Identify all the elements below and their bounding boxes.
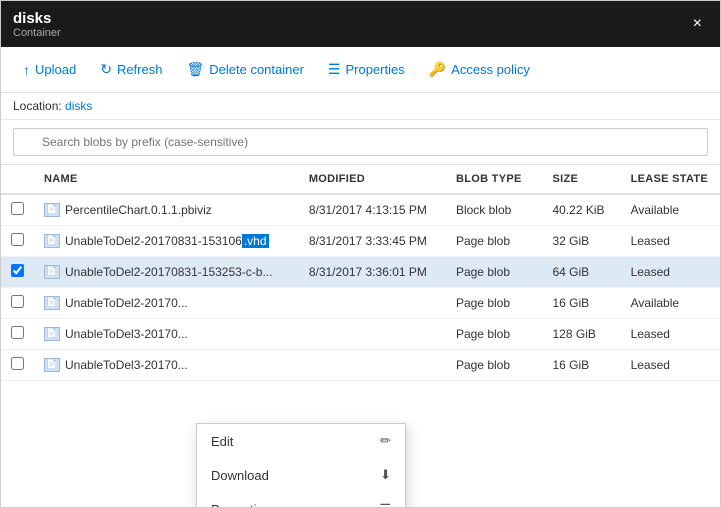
row-modified xyxy=(299,319,446,350)
title-bar-left: disks Container xyxy=(13,10,61,39)
context-menu-item[interactable]: Edit ✏ xyxy=(197,424,405,458)
row-checkbox[interactable] xyxy=(11,357,24,370)
access-label: Access policy xyxy=(451,62,530,77)
row-blob-type: Page blob xyxy=(446,257,543,288)
row-modified xyxy=(299,288,446,319)
row-size: 128 GiB xyxy=(543,319,621,350)
context-menu-item-label: Edit xyxy=(211,434,233,449)
row-checkbox-cell xyxy=(1,257,34,288)
table-row[interactable]: 📄UnableToDel2-20170831-153106.vhd8/31/20… xyxy=(1,226,720,257)
row-checkbox[interactable] xyxy=(11,295,24,308)
row-checkbox-cell xyxy=(1,319,34,350)
row-blob-type: Block blob xyxy=(446,194,543,226)
row-size: 64 GiB xyxy=(543,257,621,288)
table-body: 📄PercentileChart.0.1.1.pbiviz8/31/2017 4… xyxy=(1,194,720,381)
row-modified: 8/31/2017 3:33:45 PM xyxy=(299,226,446,257)
blobs-table: NAME MODIFIED BLOB TYPE SIZE LEASE STATE… xyxy=(1,165,720,381)
row-modified: 8/31/2017 4:13:15 PM xyxy=(299,194,446,226)
col-name: NAME xyxy=(34,165,299,194)
row-name: 📄PercentileChart.0.1.1.pbiviz xyxy=(34,194,299,226)
row-checkbox[interactable] xyxy=(11,233,24,246)
refresh-icon: ↻ xyxy=(100,61,112,78)
main-window: disks Container × ↑ Upload ↻ Refresh 🗑 D… xyxy=(0,0,721,508)
context-menu-item-icon: ✏ xyxy=(380,433,391,449)
context-menu-item-label: Download xyxy=(211,468,269,483)
row-blob-type: Page blob xyxy=(446,226,543,257)
context-menu-item[interactable]: Download ⬇ xyxy=(197,458,405,492)
table-header-row: NAME MODIFIED BLOB TYPE SIZE LEASE STATE xyxy=(1,165,720,194)
row-checkbox-cell xyxy=(1,350,34,381)
row-modified: 8/31/2017 3:36:01 PM xyxy=(299,257,446,288)
row-name: 📄UnableToDel2-20170831-153106.vhd xyxy=(34,226,299,257)
search-wrapper: 🔍 xyxy=(13,128,708,156)
row-modified xyxy=(299,350,446,381)
context-menu-item[interactable]: Properties ☰ xyxy=(197,492,405,507)
row-lease-state: Leased xyxy=(621,350,720,381)
properties-button[interactable]: ☰ Properties xyxy=(318,55,415,84)
context-menu-item-icon: ⬇ xyxy=(380,467,391,483)
row-lease-state: Leased xyxy=(621,319,720,350)
row-size: 40.22 KiB xyxy=(543,194,621,226)
search-bar: 🔍 xyxy=(1,120,720,165)
row-lease-state: Available xyxy=(621,194,720,226)
context-menu-item-label: Properties xyxy=(211,502,270,508)
toolbar: ↑ Upload ↻ Refresh 🗑 Delete container ☰ … xyxy=(1,47,720,93)
properties-icon: ☰ xyxy=(328,61,341,78)
close-button[interactable]: × xyxy=(687,13,708,35)
row-checkbox[interactable] xyxy=(11,264,24,277)
title-bar: disks Container × xyxy=(1,1,720,47)
refresh-button[interactable]: ↻ Refresh xyxy=(90,55,172,84)
table-row[interactable]: 📄UnableToDel3-20170... Page blob16 GiBLea… xyxy=(1,350,720,381)
row-checkbox[interactable] xyxy=(11,326,24,339)
row-size: 16 GiB xyxy=(543,288,621,319)
row-blob-type: Page blob xyxy=(446,350,543,381)
row-name: 📄UnableToDel2-20170831-153253-c-b... xyxy=(34,257,299,288)
table-row[interactable]: 📄UnableToDel2-20170... Page blob16 GiBAva… xyxy=(1,288,720,319)
context-menu: Edit✏Download⬇Properties☰Edit metadataℹB… xyxy=(196,423,406,507)
row-checkbox-cell xyxy=(1,194,34,226)
row-size: 32 GiB xyxy=(543,226,621,257)
refresh-label: Refresh xyxy=(117,62,163,77)
row-checkbox[interactable] xyxy=(11,202,24,215)
window-subtitle: Container xyxy=(13,27,61,39)
row-name: 📄UnableToDel3-20170... xyxy=(34,319,299,350)
delete-icon: 🗑 xyxy=(186,61,204,78)
row-size: 16 GiB xyxy=(543,350,621,381)
row-name: 📄UnableToDel2-20170... xyxy=(34,288,299,319)
access-icon: 🔑 xyxy=(429,61,446,78)
table-row[interactable]: 📄UnableToDel3-20170... Page blob128 GiBLe… xyxy=(1,319,720,350)
col-size: SIZE xyxy=(543,165,621,194)
upload-label: Upload xyxy=(35,62,76,77)
table-row[interactable]: 📄PercentileChart.0.1.1.pbiviz8/31/2017 4… xyxy=(1,194,720,226)
upload-button[interactable]: ↑ Upload xyxy=(13,56,86,84)
row-lease-state: Available xyxy=(621,288,720,319)
location-link[interactable]: disks xyxy=(65,99,92,113)
search-input[interactable] xyxy=(13,128,708,156)
delete-label: Delete container xyxy=(209,62,304,77)
access-policy-button[interactable]: 🔑 Access policy xyxy=(419,55,540,84)
delete-container-button[interactable]: 🗑 Delete container xyxy=(176,55,313,84)
row-checkbox-cell xyxy=(1,226,34,257)
row-blob-type: Page blob xyxy=(446,288,543,319)
row-name: 📄UnableToDel3-20170... xyxy=(34,350,299,381)
col-lease: LEASE STATE xyxy=(621,165,720,194)
col-checkbox xyxy=(1,165,34,194)
upload-icon: ↑ xyxy=(23,62,30,78)
row-lease-state: Leased xyxy=(621,257,720,288)
properties-label: Properties xyxy=(345,62,404,77)
window-title: disks xyxy=(13,10,61,27)
row-checkbox-cell xyxy=(1,288,34,319)
table-row[interactable]: 📄UnableToDel2-20170831-153253-c-b...8/31… xyxy=(1,257,720,288)
location-bar: Location: disks xyxy=(1,93,720,120)
location-prefix: Location: xyxy=(13,99,62,113)
row-lease-state: Leased xyxy=(621,226,720,257)
table-container: NAME MODIFIED BLOB TYPE SIZE LEASE STATE… xyxy=(1,165,720,507)
row-blob-type: Page blob xyxy=(446,319,543,350)
col-blobtype: BLOB TYPE xyxy=(446,165,543,194)
col-modified: MODIFIED xyxy=(299,165,446,194)
context-menu-item-icon: ☰ xyxy=(379,501,391,507)
